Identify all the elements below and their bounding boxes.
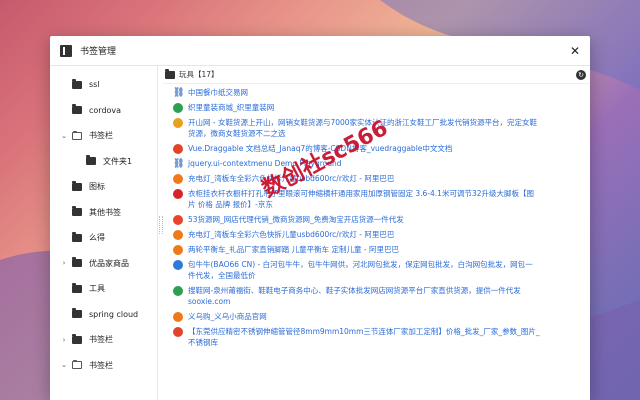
bookmark-title[interactable]: 【东莞供应精密不锈钢伸缩管管径8mm9mm10mm三节连体厂家加工定制】价格_批… bbox=[188, 326, 540, 348]
sidebar-item[interactable]: cordova bbox=[50, 98, 157, 124]
sidebar-item[interactable]: 其他书签 bbox=[50, 200, 157, 226]
sidebar-item[interactable]: › 书签栏 bbox=[50, 327, 157, 353]
site-favicon: ● bbox=[173, 215, 183, 225]
resize-handle[interactable] bbox=[158, 66, 163, 400]
folder-icon bbox=[72, 308, 82, 319]
folder-icon bbox=[72, 180, 82, 191]
bookmark-title[interactable]: 包牛牛(BAO66 CN) - 白河包牛牛，包牛牛网供，河北网包批发，保定网包批… bbox=[188, 259, 540, 281]
chevron-icon[interactable]: › bbox=[58, 259, 70, 267]
site-favicon: ● bbox=[173, 230, 183, 240]
sidebar-item-label: 书签栏 bbox=[89, 131, 113, 141]
bookmark-title[interactable]: 衣柜挂衣杆衣橱杆打孔吊子里眼滚可伸缩横杆通用家用加厚钢管固定 3.6-4.1米可… bbox=[188, 188, 540, 210]
chevron-icon[interactable]: › bbox=[58, 336, 70, 344]
folder-icon bbox=[72, 231, 82, 242]
bookmark-item[interactable]: ● 义乌购_义乌小商品官网 bbox=[173, 311, 590, 322]
site-favicon: ● bbox=[173, 327, 183, 337]
bookmark-item[interactable]: ● 充电灯_湾板车全彩六色快拆儿童usbd600rc/r欢灯 - 阿里巴巴 bbox=[173, 173, 590, 184]
site-favicon: ● bbox=[173, 144, 183, 154]
bookmark-item[interactable]: ● 搜鞋网-泉州莆福街、鞋鞋电子商务中心、鞋子实体批发网店网货源平台厂家直供货源，… bbox=[173, 285, 590, 307]
site-favicon: ● bbox=[173, 312, 183, 322]
sidebar-item[interactable]: ssl bbox=[50, 72, 157, 98]
sidebar-item-label: 优品家商品 bbox=[89, 258, 129, 268]
sidebar-item-label: ssl bbox=[89, 80, 100, 90]
folder-icon bbox=[72, 257, 82, 268]
sidebar-item[interactable]: 图标 bbox=[50, 174, 157, 200]
bookmark-item[interactable]: ● 衣柜挂衣杆衣橱杆打孔吊子里眼滚可伸缩横杆通用家用加厚钢管固定 3.6-4.1米… bbox=[173, 188, 590, 210]
sidebar-item-label: 么得 bbox=[89, 233, 105, 243]
sidebar-item[interactable]: ⌄ 书签栏 bbox=[50, 353, 157, 379]
sidebar-item-label: cordova bbox=[89, 105, 122, 115]
bookmark-item[interactable]: ⛓ 中国餐巾纸交易网 bbox=[173, 87, 590, 98]
sidebar-item-label: 文件夹1 bbox=[103, 156, 133, 166]
sidebar-item-label: 图标 bbox=[89, 182, 105, 192]
sidebar-item[interactable]: 工具 bbox=[50, 276, 157, 302]
sidebar-item-label: 书签栏 bbox=[89, 360, 113, 370]
folder-header: 玩具【17】 ↻ bbox=[163, 66, 590, 84]
chevron-icon[interactable]: ⌄ bbox=[58, 361, 70, 369]
sidebar-item[interactable]: › 优品家商品 bbox=[50, 251, 157, 277]
bookmark-title[interactable]: 中国餐巾纸交易网 bbox=[188, 87, 248, 98]
sidebar-item[interactable]: spring cloud bbox=[50, 302, 157, 328]
bookmark-title[interactable]: 搜鞋网-泉州莆福街、鞋鞋电子商务中心、鞋子实体批发网店网货源平台厂家直供货源，提… bbox=[188, 285, 540, 307]
bookmark-item[interactable]: ● 包牛牛(BAO66 CN) - 白河包牛牛，包牛牛网供，河北网包批发，保定网包… bbox=[173, 259, 590, 281]
bookmark-title[interactable]: 两轮平衡车_礼品厂家直销脚踏 儿童平衡车 定制儿童 - 阿里巴巴 bbox=[188, 244, 399, 255]
sidebar-item-label: 书签栏 bbox=[89, 335, 113, 345]
sidebar-item[interactable]: ⌄ 书签栏 bbox=[50, 123, 157, 149]
folder-icon bbox=[72, 360, 82, 370]
folder-icon bbox=[165, 68, 175, 79]
folder-icon bbox=[72, 104, 82, 115]
bookmark-item[interactable]: ● Vue.Draggable 文档总结_Janaq7的博客-CSDN博客_vue… bbox=[173, 143, 590, 154]
bookmark-title[interactable]: 53货源网_网店代理代销_微商货源网_免费淘宝开店货源一件代发 bbox=[188, 214, 404, 225]
bookmark-item[interactable]: ⛓ jquery.ui-contextmenu Demo Playground bbox=[173, 158, 590, 169]
bookmark-title[interactable]: 义乌购_义乌小商品官网 bbox=[188, 311, 267, 322]
site-favicon: ● bbox=[173, 245, 183, 255]
close-icon[interactable]: ✕ bbox=[570, 44, 580, 58]
title-bar: 书签管理 ✕ bbox=[50, 36, 590, 66]
folder-sidebar: ssl cordova ⌄ 书签栏 文件夹1 图标 其他书签 么得 › 优品家商品 工具 spring… bbox=[50, 66, 158, 400]
link-icon: ⛓ bbox=[173, 88, 185, 98]
folder-title: 玩具【17】 bbox=[179, 70, 219, 79]
link-icon: ⛓ bbox=[173, 159, 185, 169]
bookmark-manager-window: 书签管理 ✕ ssl cordova ⌄ 书签栏 文件夹1 图标 其他书签 么得 › 优品家商品工… bbox=[50, 36, 590, 400]
folder-icon bbox=[72, 282, 82, 293]
site-favicon: ● bbox=[173, 189, 183, 199]
sidebar-item-label: spring cloud bbox=[89, 309, 139, 319]
bookmark-item[interactable]: ● 两轮平衡车_礼品厂家直销脚踏 儿童平衡车 定制儿童 - 阿里巴巴 bbox=[173, 244, 590, 255]
chevron-icon[interactable]: ⌄ bbox=[58, 132, 70, 140]
folder-icon bbox=[86, 155, 96, 166]
sidebar-item-label: 工具 bbox=[89, 284, 105, 294]
folder-icon bbox=[72, 130, 82, 140]
site-favicon: ● bbox=[173, 118, 183, 128]
bookmark-item[interactable]: ● 充电灯_湾板车全彩六色快拆儿童usbd600rc/r欢灯 - 阿里巴巴 bbox=[173, 229, 590, 240]
bookmark-title[interactable]: 织里童装商城_织里童装网 bbox=[188, 102, 274, 113]
site-favicon: ● bbox=[173, 260, 183, 270]
bookmark-item[interactable]: ● 织里童装商城_织里童装网 bbox=[173, 102, 590, 113]
bookmark-title[interactable]: 充电灯_湾板车全彩六色快拆儿童usbd600rc/r欢灯 - 阿里巴巴 bbox=[188, 229, 394, 240]
bookmark-item[interactable]: ● 53货源网_网店代理代销_微商货源网_免费淘宝开店货源一件代发 bbox=[173, 214, 590, 225]
bookmark-item[interactable]: ● 【东莞供应精密不锈钢伸缩管管径8mm9mm10mm三节连体厂家加工定制】价格_… bbox=[173, 326, 590, 348]
folder-icon bbox=[72, 78, 82, 89]
site-favicon: ● bbox=[173, 174, 183, 184]
sidebar-item[interactable]: 文件夹1 bbox=[50, 149, 157, 175]
folder-icon bbox=[72, 333, 82, 344]
sidebar-item[interactable]: 么得 bbox=[50, 225, 157, 251]
folder-icon bbox=[72, 206, 82, 217]
bookmark-app-icon bbox=[60, 44, 72, 57]
site-favicon: ● bbox=[173, 286, 183, 296]
site-favicon: ● bbox=[173, 103, 183, 113]
sidebar-item-label: 其他书签 bbox=[89, 207, 121, 217]
refresh-icon[interactable]: ↻ bbox=[576, 69, 586, 80]
window-title: 书签管理 bbox=[80, 47, 117, 57]
